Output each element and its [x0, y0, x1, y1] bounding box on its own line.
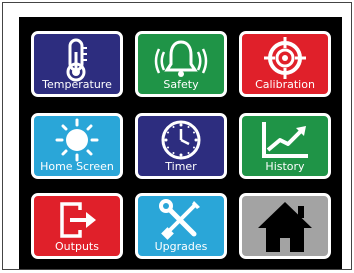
menu-screen: Temperature Safety Calibration Home Scre…: [19, 17, 342, 269]
timer-button[interactable]: Timer: [135, 113, 227, 179]
safety-label: Safety: [163, 78, 199, 91]
home-screen-button[interactable]: Home Screen: [31, 113, 123, 179]
outputs-button[interactable]: Outputs: [31, 193, 123, 259]
home-screen-label: Home Screen: [40, 160, 114, 173]
history-button[interactable]: History: [239, 113, 331, 179]
outputs-label: Outputs: [55, 240, 99, 253]
device-frame: Temperature Safety Calibration Home Scre…: [2, 2, 352, 270]
timer-label: Timer: [165, 160, 197, 173]
home-button[interactable]: [239, 193, 331, 259]
home-icon: [258, 202, 312, 252]
history-label: History: [265, 160, 305, 173]
calibration-button[interactable]: Calibration: [239, 31, 331, 97]
safety-button[interactable]: Safety: [135, 31, 227, 97]
upgrades-label: Upgrades: [154, 240, 208, 253]
temperature-button[interactable]: Temperature: [31, 31, 123, 97]
upgrades-button[interactable]: Upgrades: [135, 193, 227, 259]
calibration-label: Calibration: [255, 78, 315, 91]
temperature-label: Temperature: [42, 78, 112, 91]
